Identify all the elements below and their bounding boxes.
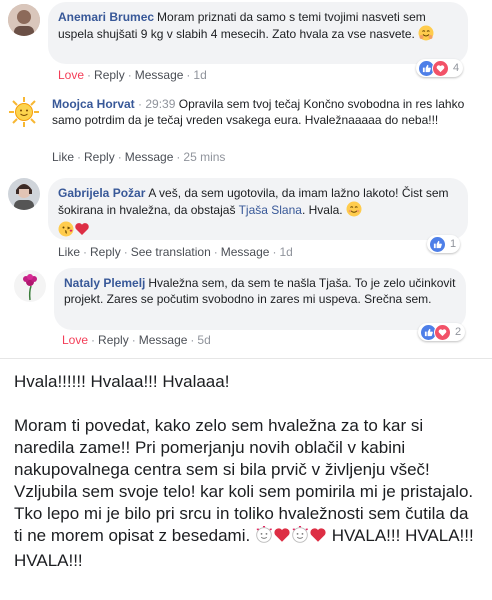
comment-actions: Like · Reply · Message · 25 mins — [52, 150, 226, 164]
reaction-summary[interactable]: 1 — [427, 235, 461, 253]
reply-link[interactable]: Reply — [94, 68, 125, 82]
flower-avatar-icon — [14, 270, 46, 302]
heart-icon — [432, 59, 449, 77]
comment-author[interactable]: Nataly Plemelj — [64, 276, 145, 290]
message-link[interactable]: Message — [139, 333, 188, 347]
comment-author[interactable]: Gabrijela Požar — [58, 186, 145, 200]
avatar[interactable] — [8, 178, 40, 210]
avatar[interactable] — [8, 96, 40, 128]
comment-actions: Like · Reply · See translation · Message · 1d — [58, 245, 293, 259]
profile-photo-icon — [8, 178, 40, 210]
comment-age[interactable]: 25 mins — [183, 150, 225, 164]
red-heart-emoji — [309, 526, 327, 550]
post-body: Moram ti povedat, kako zelo sem hvaležna… — [14, 415, 476, 572]
message-post: Hvala!!!!!! Hvalaa!!! Hvalaaa! Moram ti … — [0, 358, 492, 600]
message-link[interactable]: Message — [221, 245, 270, 259]
comment-age[interactable]: 1d — [279, 245, 292, 259]
see-translation-link[interactable]: See translation — [131, 245, 211, 259]
heart-icon — [434, 323, 451, 341]
comment-author[interactable]: Anemari Brumec — [58, 10, 154, 24]
comment-actions: Love · Reply · Message · 5d — [62, 333, 211, 347]
comment-anemari: Anemari Brumec Moram priznati da samo s t… — [0, 0, 492, 90]
avatar[interactable] — [8, 4, 40, 36]
comment-nataly: Nataly Plemelj Hvaležna sem, da sem te na… — [0, 266, 492, 356]
red-heart-emoji — [74, 221, 90, 241]
love-link[interactable]: Love — [58, 68, 84, 82]
reaction-count: 4 — [453, 62, 460, 74]
comment-body: Moojca Horvat · 29:39 Opravila sem tvoj … — [52, 97, 465, 127]
reaction-summary[interactable]: 2 — [418, 323, 466, 341]
profile-photo-icon — [8, 4, 40, 36]
comment-timestamp: 29:39 — [145, 97, 176, 111]
comment-text-end: . Hvala. — [301, 203, 343, 217]
smiling-face-with-hearts-emoji — [291, 525, 309, 550]
love-link[interactable]: Love — [62, 333, 88, 347]
reply-link[interactable]: Reply — [90, 245, 121, 259]
comment-actions: Love · Reply · Message · 1d — [58, 68, 207, 82]
like-icon — [429, 235, 446, 253]
reaction-count: 2 — [455, 326, 462, 338]
hugging-face-emoji — [418, 25, 434, 45]
like-link[interactable]: Like — [52, 150, 74, 164]
comment-bubble: Anemari Brumec Moram priznati da samo s t… — [48, 2, 468, 64]
reaction-count: 1 — [450, 238, 457, 250]
message-link[interactable]: Message — [135, 68, 184, 82]
post-greeting: Hvala!!!!!! Hvalaa!!! Hvalaaa! — [14, 372, 230, 391]
reaction-summary[interactable]: 4 — [416, 59, 464, 77]
comment-age[interactable]: 5d — [197, 333, 210, 347]
mentioned-user-link[interactable]: Tjaša Slana — [239, 203, 302, 217]
smiling-face-emoji — [346, 201, 362, 221]
reply-link[interactable]: Reply — [98, 333, 129, 347]
red-heart-emoji — [273, 526, 291, 550]
comment-author[interactable]: Moojca Horvat — [52, 97, 135, 111]
comment-gabrijela: Gabrijela Požar A veš, da sem ugotovila, … — [0, 176, 492, 259]
kissing-face-emoji — [58, 221, 74, 241]
message-link[interactable]: Message — [125, 150, 174, 164]
comment-age[interactable]: 1d — [193, 68, 206, 82]
comment-bubble: Nataly Plemelj Hvaležna sem, da sem te na… — [54, 268, 466, 330]
comment-moojca: Moojca Horvat · 29:39 Opravila sem tvoj … — [0, 88, 492, 172]
like-link[interactable]: Like — [58, 245, 80, 259]
comment-bubble: Gabrijela Požar A veš, da sem ugotovila, … — [48, 178, 468, 240]
reply-link[interactable]: Reply — [84, 150, 115, 164]
smiling-face-with-hearts-emoji — [255, 525, 273, 550]
avatar[interactable] — [14, 270, 46, 302]
sun-avatar-icon — [8, 96, 40, 128]
